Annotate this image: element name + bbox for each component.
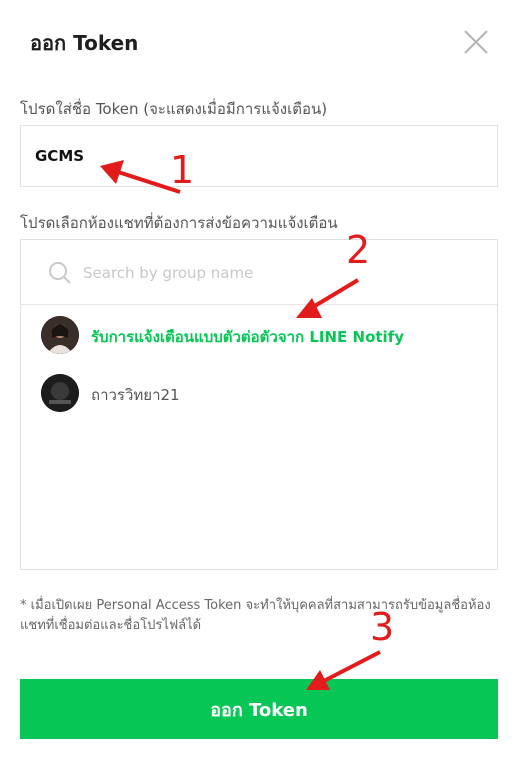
group-avatar <box>41 316 79 354</box>
group-avatar <box>41 374 79 412</box>
token-name-label: โปรดใส่ชื่อ Token (จะแสดงเมื่อมีการแจ้งเ… <box>20 100 328 118</box>
group-search-row <box>21 240 497 305</box>
group-name: รับการแจ้งเตือนแบบตัวต่อตัวจาก LINE Noti… <box>91 328 404 346</box>
group-item[interactable]: รับการแจ้งเตือนแบบตัวต่อตัวจาก LINE Noti… <box>21 308 497 364</box>
group-search-input[interactable] <box>83 258 473 288</box>
dialog-title: ออก Token <box>30 31 139 55</box>
search-icon <box>49 262 71 284</box>
close-icon[interactable] <box>462 28 490 56</box>
group-list-panel: รับการแจ้งเตือนแบบตัวต่อตัวจาก LINE Noti… <box>20 239 498 570</box>
group-name: ถาวรวิทยา21 <box>91 386 180 404</box>
group-select-label: โปรดเลือกห้องแชทที่ต้องการส่งข้อความแจ้ง… <box>20 214 338 232</box>
token-name-input[interactable] <box>20 125 498 187</box>
group-item[interactable]: ถาวรวิทยา21 <box>21 366 497 422</box>
issue-token-button[interactable]: ออก Token <box>20 679 498 739</box>
privacy-note: * เมื่อเปิดเผย Personal Access Token จะท… <box>20 598 491 633</box>
